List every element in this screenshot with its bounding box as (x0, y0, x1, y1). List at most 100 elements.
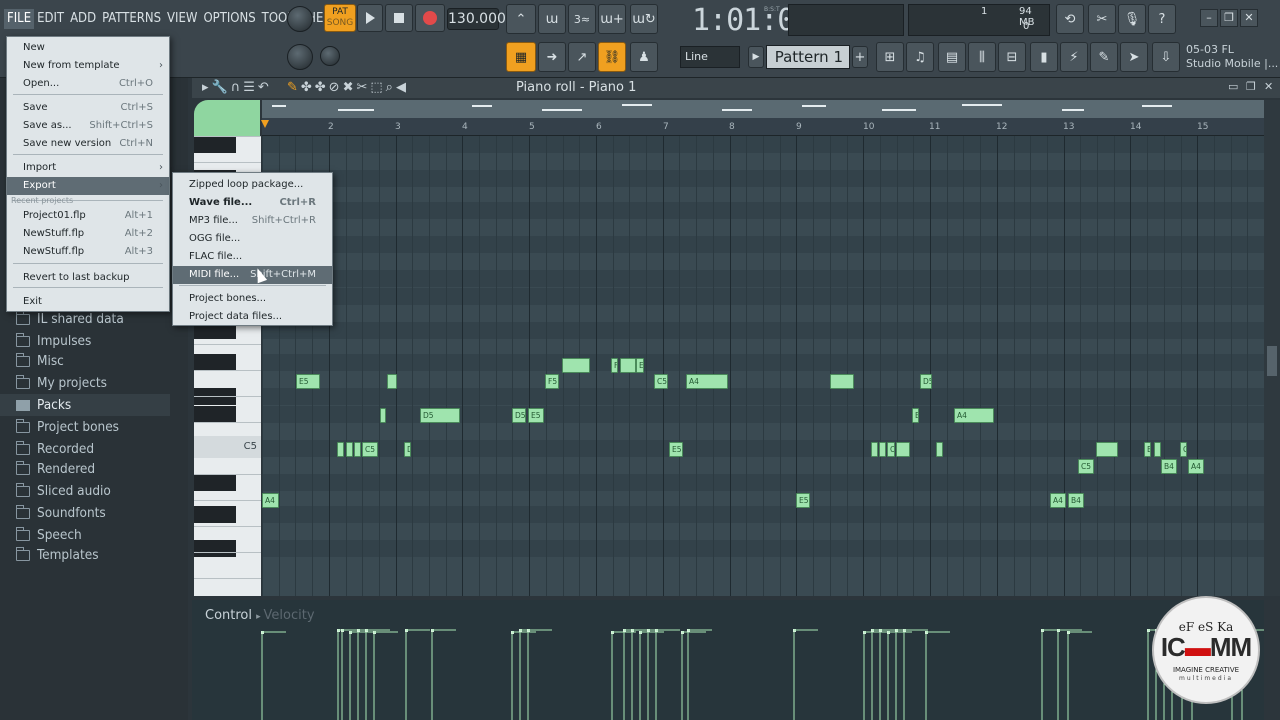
midi-note[interactable] (830, 374, 854, 389)
pattern-prev-button[interactable]: ▶ (748, 46, 764, 68)
browser-item[interactable]: Speech (16, 524, 82, 546)
pr-brush2-icon[interactable]: ✤ (315, 80, 329, 95)
scrollbar-thumb[interactable] (1267, 346, 1277, 376)
midi-note[interactable]: G4 (1180, 442, 1187, 457)
file-menu-item[interactable]: Exit (7, 293, 169, 311)
pr-close-button[interactable]: ✕ (1264, 80, 1273, 93)
black-key[interactable] (194, 406, 236, 423)
pr-pencil-icon[interactable]: ✎ (287, 80, 301, 95)
step-edit-button[interactable]: ɯ+ (598, 4, 626, 34)
undo-button[interactable]: ⟲ (1056, 4, 1084, 34)
stamp-button[interactable]: ♟ (630, 42, 658, 72)
export-menu-item[interactable]: Wave file... Ctrl+R (173, 194, 332, 212)
pr-menu-arrow-icon[interactable]: ▸ (202, 80, 212, 95)
pr-maximize-button[interactable]: ❐ (1246, 80, 1256, 93)
midi-note[interactable]: C5 (362, 442, 378, 457)
event-editor[interactable] (192, 600, 1264, 720)
export-menu-item[interactable]: MIDI file... Shift+Ctrl+M (173, 266, 332, 284)
midi-note[interactable]: E5 (636, 358, 644, 373)
midi-note[interactable]: D5 (920, 374, 932, 389)
black-key[interactable] (194, 540, 236, 557)
file-menu-item[interactable]: Save new version Ctrl+N (7, 135, 169, 153)
midi-note[interactable] (879, 442, 886, 457)
browser-item[interactable]: Misc (16, 350, 64, 372)
file-menu-item[interactable]: NewStuff.flp Alt+3 (7, 243, 169, 261)
browser-item[interactable]: My projects (16, 372, 107, 394)
browser-item[interactable]: Rendered (16, 458, 95, 480)
help-button[interactable]: ? (1148, 4, 1176, 34)
pr-slip-icon[interactable]: ✂ (356, 80, 370, 95)
menu-view[interactable]: VIEW (164, 9, 200, 29)
file-menu-item[interactable]: Save as... Shift+Ctrl+S (7, 117, 169, 135)
midi-note[interactable] (1096, 442, 1118, 457)
file-menu-item[interactable]: Project01.flp Alt+1 (7, 207, 169, 225)
pattern-song-toggle[interactable]: PAT SONG (324, 4, 356, 32)
pr-minimize-button[interactable]: ▭ (1228, 80, 1238, 93)
midi-note[interactable]: A4 (1188, 459, 1204, 474)
midi-note[interactable]: B4 (1144, 442, 1151, 457)
midi-note[interactable]: C5 (654, 374, 668, 389)
wait-for-input-button[interactable]: ɯ (538, 4, 566, 34)
tools-button[interactable]: ✂ (1088, 4, 1116, 34)
pr-delete-icon[interactable]: ⊘ (329, 80, 343, 95)
midi-note[interactable] (620, 358, 636, 373)
midi-note[interactable]: F5 (611, 358, 618, 373)
midi-note[interactable]: D5 (420, 408, 460, 423)
midi-note[interactable] (337, 442, 344, 457)
pr-mute-icon[interactable]: ✖ (343, 80, 357, 95)
pr-select-icon[interactable]: ⬚ (370, 80, 385, 95)
add-pattern-button[interactable]: + (852, 46, 868, 68)
black-key[interactable] (194, 474, 236, 491)
browser-item[interactable]: Packs (0, 394, 170, 416)
export-menu-item[interactable]: Zipped loop package... (173, 176, 332, 194)
midi-note[interactable]: E5 (528, 408, 544, 423)
midi-note[interactable]: A4 (262, 493, 279, 508)
midi-note[interactable]: C5 (1078, 459, 1094, 474)
midi-note[interactable]: B4 (1068, 493, 1084, 508)
pencil-mode-button[interactable]: ↗ (568, 42, 596, 72)
file-menu-item[interactable]: Export › (7, 177, 169, 195)
countdown-button[interactable]: 3≈ (568, 4, 596, 34)
snap-selector[interactable]: Line (680, 46, 740, 68)
plugin-picker-button[interactable]: ⚡ (1060, 42, 1088, 72)
black-key[interactable] (194, 136, 236, 153)
control-label[interactable]: Control ▸ Velocity (205, 608, 315, 623)
browser-item[interactable]: Soundfonts (16, 502, 106, 524)
midi-note[interactable] (346, 442, 353, 457)
export-menu-item[interactable]: OGG file... (173, 230, 332, 248)
link-button[interactable]: ⛓ (598, 42, 626, 72)
midi-note[interactable]: D5 (512, 408, 526, 423)
midi-note[interactable] (387, 374, 397, 389)
menu-file[interactable]: FILE (4, 9, 35, 29)
midi-note[interactable]: A4 (954, 408, 994, 423)
tempo-display[interactable]: 130.000 (447, 8, 506, 30)
close-window-button[interactable]: ✕ (1240, 9, 1258, 27)
menu-options[interactable]: OPTIONS (200, 9, 258, 29)
velocity-lane[interactable] (192, 600, 1264, 720)
stop-button[interactable] (385, 4, 413, 32)
midi-note[interactable]: E5 (669, 442, 683, 457)
menu-add[interactable]: ADD (67, 9, 99, 29)
playlist-button[interactable]: ⊞ (876, 42, 904, 72)
plugin-button[interactable]: ➤ (1120, 42, 1148, 72)
mixer-button[interactable]: ⫼ (968, 42, 996, 72)
midi-note[interactable]: B4 (1161, 459, 1177, 474)
midi-note[interactable] (1154, 442, 1161, 457)
time-ruler[interactable]: 2 3 4 5 6 7 8 9 10 11 12 13 14 15 (261, 118, 1264, 136)
midi-note[interactable]: E5 (912, 408, 919, 423)
black-key[interactable] (194, 354, 236, 371)
export-menu-item[interactable]: FLAC file... (173, 248, 332, 266)
pr-wrench-icon[interactable]: 🔧 (212, 80, 231, 95)
browser-item[interactable]: Impulses (16, 330, 91, 352)
file-menu-item[interactable]: Revert to last backup (7, 269, 169, 287)
channel-rack-button[interactable]: ▤ (938, 42, 966, 72)
midi-note[interactable] (896, 442, 910, 457)
pr-undo-icon[interactable]: ↶ (258, 80, 272, 95)
midi-note[interactable] (936, 442, 943, 457)
midi-note[interactable]: A4 (1050, 493, 1066, 508)
pr-cursor-icon[interactable]: ☰ (243, 80, 258, 95)
midi-note[interactable] (354, 442, 361, 457)
metronome-button[interactable]: ⌃ (506, 4, 536, 34)
note-grid[interactable]: A4E5C5D5D5D5E5F5F5E5C5E5A4E5C5E5D5A4A4B4… (262, 136, 1264, 596)
master-pitch-knob[interactable] (287, 44, 313, 70)
